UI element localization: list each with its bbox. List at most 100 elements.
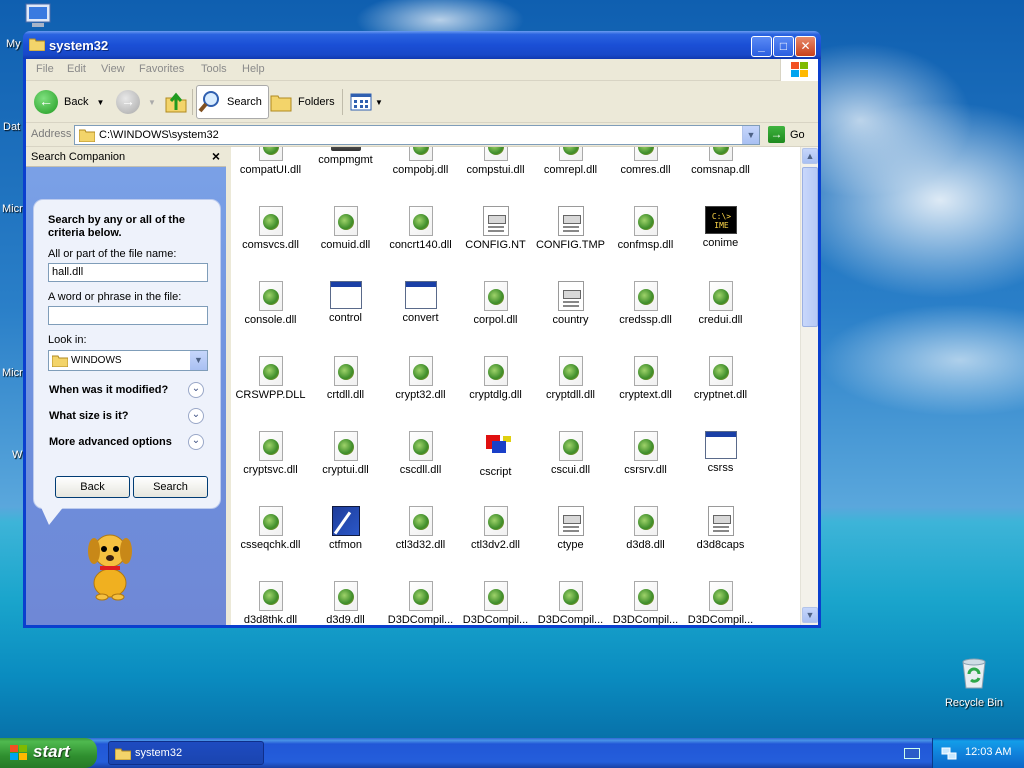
go-button[interactable]: → Go [768, 126, 805, 143]
phrase-input[interactable] [48, 306, 208, 325]
file-item[interactable]: compatUI.dll [233, 147, 308, 176]
address-dropdown-button[interactable]: ▼ [742, 126, 759, 144]
file-item[interactable]: comsnap.dll [683, 147, 758, 176]
file-item[interactable]: compmgmt [308, 147, 383, 166]
chevron-down-icon[interactable]: ▼ [148, 98, 156, 107]
maximize-button[interactable]: □ [773, 36, 794, 57]
file-item[interactable]: ctl3d32.dll [383, 506, 458, 551]
back-button[interactable]: ← Back ▼ [34, 85, 104, 119]
file-item[interactable]: cryptdll.dll [533, 356, 608, 401]
scroll-thumb[interactable] [802, 167, 818, 327]
file-item[interactable]: d3d8caps [683, 506, 758, 551]
file-item[interactable]: crtdll.dll [308, 356, 383, 401]
taskbar-item-system32[interactable]: system32 [108, 741, 264, 765]
chevron-down-icon[interactable]: ▼ [190, 351, 207, 370]
file-name-input[interactable]: hall.dll [48, 263, 208, 282]
look-in-select[interactable]: WINDOWS ▼ [48, 350, 208, 371]
file-item[interactable]: credssp.dll [608, 281, 683, 326]
menu-file[interactable]: File [36, 63, 54, 75]
recycle-bin[interactable]: Recycle Bin [940, 656, 1008, 709]
search-submit-button[interactable]: Search [133, 476, 208, 498]
forward-button[interactable]: → ▼ [116, 85, 156, 119]
desktop-icon-label[interactable]: Dat [3, 121, 20, 133]
start-button[interactable]: start [0, 738, 97, 768]
file-item[interactable]: compstui.dll [458, 147, 533, 176]
menu-help[interactable]: Help [242, 63, 265, 75]
chevron-down-icon[interactable]: ▼ [96, 98, 104, 107]
file-item[interactable]: corpol.dll [458, 281, 533, 326]
file-item[interactable]: country [533, 281, 608, 326]
title-bar[interactable]: system32 _ □ ✕ [23, 31, 821, 59]
file-item[interactable]: cscript [458, 431, 533, 478]
file-item[interactable]: D3DCompil... [683, 581, 758, 625]
menu-view[interactable]: View [101, 63, 125, 75]
file-item[interactable]: convert [383, 281, 458, 324]
file-item[interactable]: cscdll.dll [383, 431, 458, 476]
clock[interactable]: 12:03 AM [965, 746, 1011, 758]
file-item[interactable]: cryptnet.dll [683, 356, 758, 401]
file-item[interactable]: compobj.dll [383, 147, 458, 176]
file-item[interactable]: d3d8.dll [608, 506, 683, 551]
file-item[interactable]: cryptsvc.dll [233, 431, 308, 476]
scroll-up-button[interactable]: ▲ [802, 148, 818, 164]
file-item[interactable]: ctl3dv2.dll [458, 506, 533, 551]
keyboard-icon[interactable] [904, 748, 920, 759]
chevron-down-icon[interactable]: ⌄ [188, 382, 204, 398]
file-item[interactable]: cryptdlg.dll [458, 356, 533, 401]
file-list[interactable]: compatUI.dll compmgmt compobj.dll compstui.… [231, 147, 800, 625]
file-item[interactable]: crypt32.dll [383, 356, 458, 401]
views-button[interactable]: ▼ [350, 85, 383, 119]
file-item[interactable]: ctfmon [308, 506, 383, 551]
close-button[interactable]: ✕ [795, 36, 816, 57]
file-item[interactable]: csrsrv.dll [608, 431, 683, 476]
back-button[interactable]: Back [55, 476, 130, 498]
file-item[interactable]: cscui.dll [533, 431, 608, 476]
scroll-down-button[interactable]: ▼ [802, 607, 818, 623]
close-icon[interactable]: × [212, 148, 220, 164]
file-item[interactable]: comuid.dll [308, 206, 383, 251]
menu-edit[interactable]: Edit [67, 63, 86, 75]
vertical-scrollbar[interactable]: ▲ ▼ [800, 147, 818, 625]
file-item[interactable]: D3DCompil... [533, 581, 608, 625]
file-item[interactable]: ctype [533, 506, 608, 551]
file-item[interactable]: D3DCompil... [608, 581, 683, 625]
file-item[interactable]: csseqchk.dll [233, 506, 308, 551]
file-item[interactable]: control [308, 281, 383, 324]
file-item[interactable]: d3d8thk.dll [233, 581, 308, 625]
option-modified[interactable]: When was it modified? [49, 384, 168, 396]
menu-favorites[interactable]: Favorites [139, 63, 184, 75]
folders-button[interactable]: Folders [270, 85, 335, 119]
file-item[interactable]: D3DCompil... [383, 581, 458, 625]
file-item[interactable]: conime [683, 206, 758, 249]
option-size[interactable]: What size is it? [49, 410, 128, 422]
search-dog-icon[interactable] [80, 521, 140, 601]
file-item[interactable]: concrt140.dll [383, 206, 458, 251]
file-item[interactable]: comsvcs.dll [233, 206, 308, 251]
chevron-down-icon[interactable]: ⌄ [188, 408, 204, 424]
network-icon[interactable] [941, 745, 957, 761]
file-item[interactable]: d3d9.dll [308, 581, 383, 625]
file-item[interactable]: D3DCompil... [458, 581, 533, 625]
minimize-button[interactable]: _ [751, 36, 772, 57]
file-item[interactable]: console.dll [233, 281, 308, 326]
file-item[interactable]: comrepl.dll [533, 147, 608, 176]
menu-tools[interactable]: Tools [201, 63, 227, 75]
address-input[interactable]: C:\WINDOWS\system32 ▼ [74, 125, 760, 145]
desktop-icon-label[interactable]: My [6, 38, 21, 50]
file-name: d3d9.dll [326, 614, 365, 625]
file-item[interactable]: csrss [683, 431, 758, 474]
file-item[interactable]: CONFIG.TMP [533, 206, 608, 251]
my-computer-icon[interactable] [22, 2, 54, 30]
file-item[interactable]: comres.dll [608, 147, 683, 176]
up-folder-button[interactable] [164, 85, 188, 119]
file-item[interactable]: cryptext.dll [608, 356, 683, 401]
file-item[interactable]: confmsp.dll [608, 206, 683, 251]
file-item[interactable]: CRSWPP.DLL [233, 356, 308, 401]
file-item[interactable]: credui.dll [683, 281, 758, 326]
chevron-down-icon[interactable]: ⌄ [188, 434, 204, 450]
search-button[interactable]: Search [196, 85, 269, 119]
desktop-icon-label[interactable]: W [12, 449, 22, 461]
option-advanced[interactable]: More advanced options [49, 436, 172, 448]
file-item[interactable]: cryptui.dll [308, 431, 383, 476]
file-item[interactable]: CONFIG.NT [458, 206, 533, 251]
